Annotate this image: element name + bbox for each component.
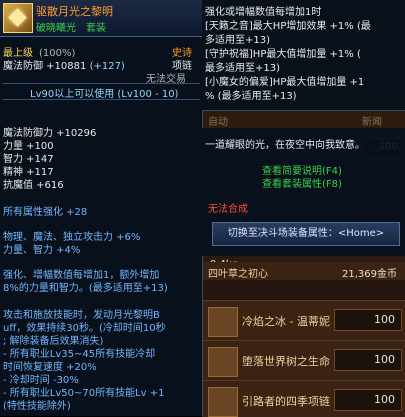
bg-price: 21,369金币	[342, 269, 397, 280]
no-synthesis-label: 无法合成	[208, 204, 248, 215]
shop-item-name: 引路者的四季项链	[242, 395, 330, 408]
stack-line-2: 8%的力量和智力。(最多适用至+13)	[3, 283, 168, 294]
right-line-4: [守护祝福]HP最大值增加量 +1% (	[205, 49, 361, 60]
shop-item-name: 堕落世界树之生命	[242, 355, 330, 368]
shop-item-name: 冷焰之冰 - 温蒂妮	[242, 315, 330, 328]
item-name: 驱散月光之黎明	[36, 5, 113, 18]
magic-def-line: 魔法防御 +10881 (+127)	[3, 61, 125, 72]
shop-qty[interactable]: 100	[374, 393, 395, 406]
stat-anti-magic: 抗魔值 +616	[3, 180, 64, 191]
all-attr-line: 所有属性强化 +28	[3, 207, 88, 218]
right-line-7: % (最多适用至+13)	[205, 91, 297, 102]
item-thumbnail	[208, 387, 238, 417]
shop-row-worldtree[interactable]: 堕落世界树之生命 100	[202, 340, 405, 381]
shop-row-necklace[interactable]: 引路者的四季项链 100	[202, 380, 405, 417]
right-line-2: [天籁之音]最大HP增加效果 +1% (最	[205, 21, 371, 32]
shop-qty[interactable]: 100	[374, 353, 395, 366]
right-line-3: 多适用至+13)	[205, 35, 271, 46]
switch-duel-stats-button[interactable]: 切换至决斗场装备属性：<Home>	[212, 222, 400, 246]
set-name: 破晓曦光 套装	[36, 23, 106, 34]
proc-line-8: (特性技能除外)	[3, 401, 71, 412]
shop-row-undine[interactable]: 冷焰之冰 - 温蒂妮 100	[202, 300, 405, 341]
bg-tab-news[interactable]: 新闻	[362, 113, 382, 128]
right-line-1: 强化或增幅数值每增加1时	[205, 7, 322, 18]
set-effect-tooltip: 强化或增幅数值每增加1时 [天籁之音]最大HP增加效果 +1% (最 多适用至+…	[202, 0, 405, 111]
bg-tab-label[interactable]: 自动	[208, 113, 228, 128]
attack-line-2: 力量、智力 +4%	[3, 245, 81, 256]
item-thumbnail	[208, 307, 238, 337]
level-requirement: Lv90以上可以使用 (Lv100 - 10)	[30, 89, 179, 100]
item-thumbnail	[208, 347, 238, 377]
shop-qty[interactable]: 100	[374, 313, 395, 326]
item-tooltip: 驱散月光之黎明 破晓曦光 套装 最上级 (100%) 史诗 魔法防御 +10881…	[0, 0, 203, 416]
bg-price-row: 四叶草之初心 21,369金币	[202, 262, 405, 280]
bg-tab-strip: 自动 新闻	[202, 110, 405, 130]
necklace-icon	[3, 3, 33, 33]
bg-item-clover[interactable]: 四叶草之初心	[208, 265, 268, 280]
flavor-text: 一道耀眼的光，在夜空中向我致意。	[205, 140, 365, 151]
right-line-6: [小魔女的偏爱]HP最大值增加量 +1	[205, 77, 365, 88]
right-line-5: 最多适用至+13)	[205, 63, 281, 74]
view-set-link[interactable]: 查看套装属性(F8)	[262, 175, 342, 190]
